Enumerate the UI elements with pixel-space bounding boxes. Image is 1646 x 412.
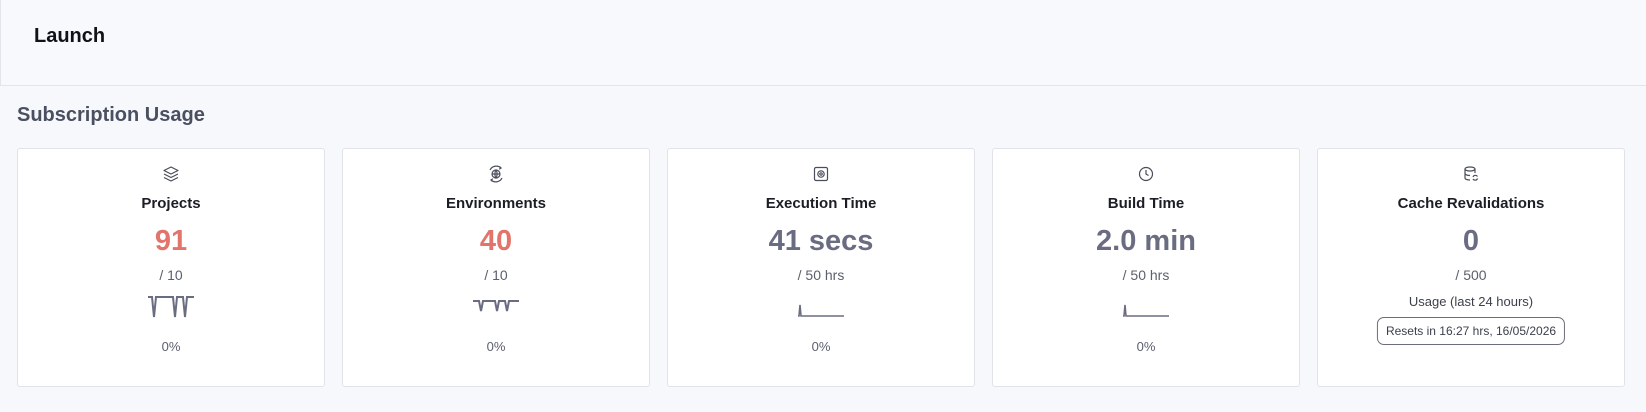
usage-note: Usage (last 24 hours) [1408, 294, 1534, 309]
usage-card-environments: Environments 40 / 10 0% [342, 148, 650, 387]
card-label: Execution Time [765, 195, 877, 212]
card-label: Environments [445, 195, 547, 212]
usage-card-execution-time: Execution Time 41 secs / 50 hrs 0% [667, 148, 975, 387]
card-percent: 0% [811, 339, 831, 354]
usage-sparkline [798, 304, 844, 317]
card-limit: / 10 [484, 267, 508, 283]
usage-card-cache-revalidations: Cache Revalidations 0 / 500 Usage (last … [1317, 148, 1625, 387]
usage-card-build-time: Build Time 2.0 min / 50 hrs 0% [992, 148, 1300, 387]
app-title: Launch [34, 25, 106, 47]
card-limit: / 10 [159, 267, 183, 283]
card-value: 40 [479, 225, 513, 257]
clock-icon [1137, 165, 1155, 183]
reset-badge: Resets in 16:27 hrs, 16/05/2026 [1376, 317, 1566, 345]
database-refresh-icon [1462, 165, 1480, 183]
card-value: 2.0 min [1096, 225, 1196, 257]
usage-cards: Projects 91 / 10 0% Environments 40 / 10… [17, 148, 1625, 387]
card-label: Projects [141, 195, 201, 212]
card-percent: 0% [486, 339, 506, 354]
usage-sparkline [1123, 304, 1169, 317]
card-label: Cache Revalidations [1397, 195, 1545, 212]
card-limit: / 50 hrs [1122, 267, 1170, 283]
layers-icon [162, 165, 180, 183]
card-percent: 0% [161, 339, 181, 354]
globe-sync-icon [487, 165, 505, 183]
section-title: Subscription Usage [17, 104, 205, 126]
top-bar: Launch [0, 0, 1646, 86]
card-value: 91 [154, 225, 188, 257]
card-label: Build Time [1107, 195, 1185, 212]
usage-sparkline [148, 296, 194, 318]
usage-card-projects: Projects 91 / 10 0% [17, 148, 325, 387]
usage-sparkline [473, 300, 519, 312]
card-value: 41 secs [768, 225, 874, 257]
card-value: 0 [1462, 225, 1480, 257]
card-limit: / 500 [1455, 267, 1487, 283]
cpu-icon [812, 165, 830, 183]
card-percent: 0% [1136, 339, 1156, 354]
card-limit: / 50 hrs [797, 267, 845, 283]
